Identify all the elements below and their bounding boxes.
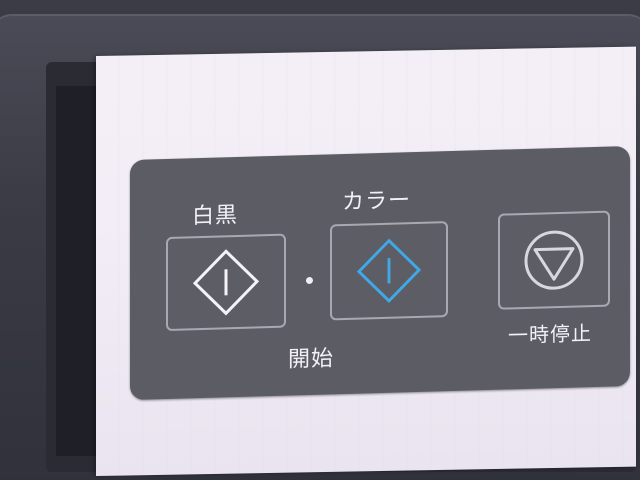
mono-label: 白黒: [192, 202, 239, 230]
start-diamond-icon: [356, 238, 422, 303]
pause-label: 一時停止: [508, 321, 592, 348]
stop-triangle-icon: [524, 230, 584, 290]
mono-start-button[interactable]: [166, 233, 286, 331]
pause-button[interactable]: [498, 210, 610, 310]
start-diamond-icon: [192, 249, 260, 316]
color-start-button[interactable]: [330, 221, 448, 321]
copy-control-panel: 白黒 カラー 開始 一時停止: [130, 146, 630, 400]
separator-dot: [306, 276, 313, 285]
color-label: カラー: [342, 188, 412, 216]
photo-scene: 白黒 カラー 開始 一時停止: [0, 0, 640, 480]
start-label: 開始: [288, 346, 335, 373]
